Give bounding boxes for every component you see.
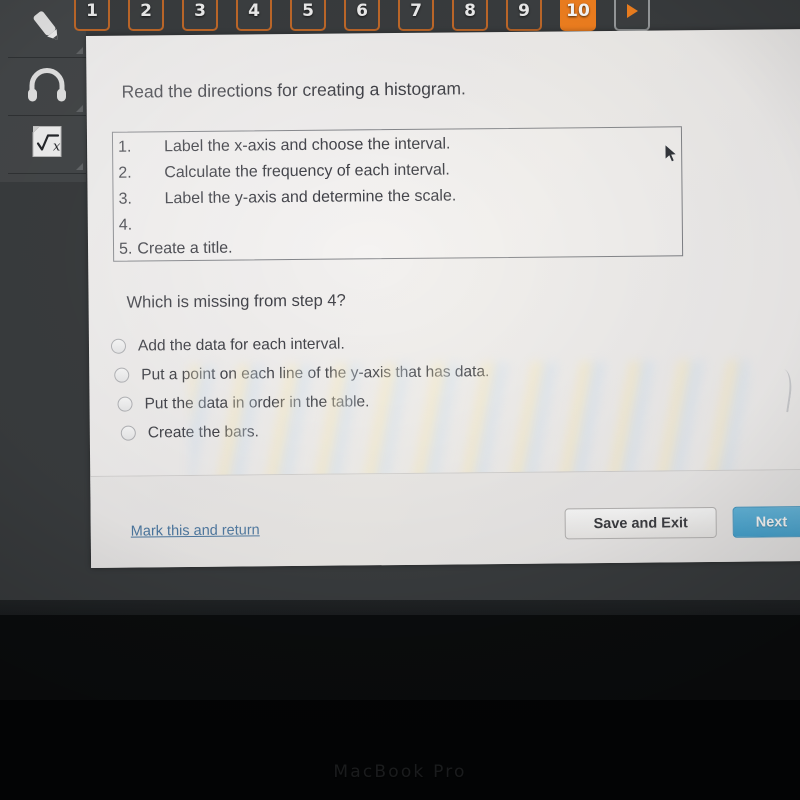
tool-corner-marker [76,163,83,170]
mouse-cursor-icon [664,143,678,163]
screen-scratch-artifact [770,368,795,413]
answer-option-4[interactable]: Create the bars. [112,413,752,448]
radio-button[interactable] [110,338,127,354]
play-triangle-icon [626,4,638,18]
footer-bar: Mark this and return Save and Exit Next [90,469,800,568]
question-nav-item-2[interactable]: 2 [128,0,164,31]
answer-option-label: Create the bars. [147,422,260,441]
direction-step-1: 1. Label the x-axis and choose the interv… [117,135,451,156]
question-nav-item-7[interactable]: 7 [398,0,434,31]
question-nav-item-9[interactable]: 9 [506,0,542,31]
radio-button[interactable] [117,396,133,412]
answer-options: Add the data for each interval. Put a po… [110,326,752,448]
direction-step-3: 3. Label the y-axis and determine the sca… [118,187,457,208]
content-card: Read the directions for creating a histo… [86,28,800,568]
macbook-brand-label: MacBook Pro [333,762,467,782]
question-nav-item-8[interactable]: 8 [452,0,488,31]
calculator-tool[interactable]: x [8,116,86,174]
bezel-band-upper [0,615,800,700]
direction-step-2: 2. Calculate the frequency of each interv… [118,161,450,182]
svg-text:x: x [53,139,61,154]
question-nav-item-5[interactable]: 5 [290,0,326,31]
next-button[interactable]: Next [732,505,800,538]
save-and-exit-button[interactable]: Save and Exit [564,506,717,540]
question-nav-item-3[interactable]: 3 [182,0,218,31]
answer-option-label: Add the data for each interval. [137,335,345,355]
answer-option-label: Put a point on each line of the y-axis t… [141,362,490,383]
direction-step-4: 4. [118,216,133,234]
headphones-icon [24,64,70,109]
answer-option-label: Put the data in order in the table. [144,392,370,412]
tool-corner-marker [76,47,83,54]
pencil-icon [24,3,70,54]
tool-rail: x [0,0,86,182]
question-nav-item-4[interactable]: 4 [236,0,272,31]
next-arrow-button[interactable] [614,0,650,31]
tool-corner-marker [76,105,83,112]
radio-button[interactable] [114,367,130,383]
directions-box: 1. Label the x-axis and choose the interv… [111,126,684,262]
question-text: Which is missing from step 4? [126,291,346,312]
question-nav-item-10[interactable]: 10 [560,0,596,31]
radio-button[interactable] [120,425,136,441]
audio-tool[interactable] [8,58,86,116]
direction-step-5: 5. Create a title. [118,239,233,258]
page-title: Read the directions for creating a histo… [121,78,466,102]
mark-this-and-return-link[interactable]: Mark this and return [131,522,260,539]
question-nav-item-6[interactable]: 6 [344,0,380,31]
sqrt-calculator-icon: x [27,122,67,167]
bezel-band-lower [0,700,800,800]
question-nav-item-1[interactable]: 1 [74,0,110,31]
screenshot-root: MacBook Pro x 1 2 3 4 5 6 7 8 9 10 Read … [0,0,800,800]
